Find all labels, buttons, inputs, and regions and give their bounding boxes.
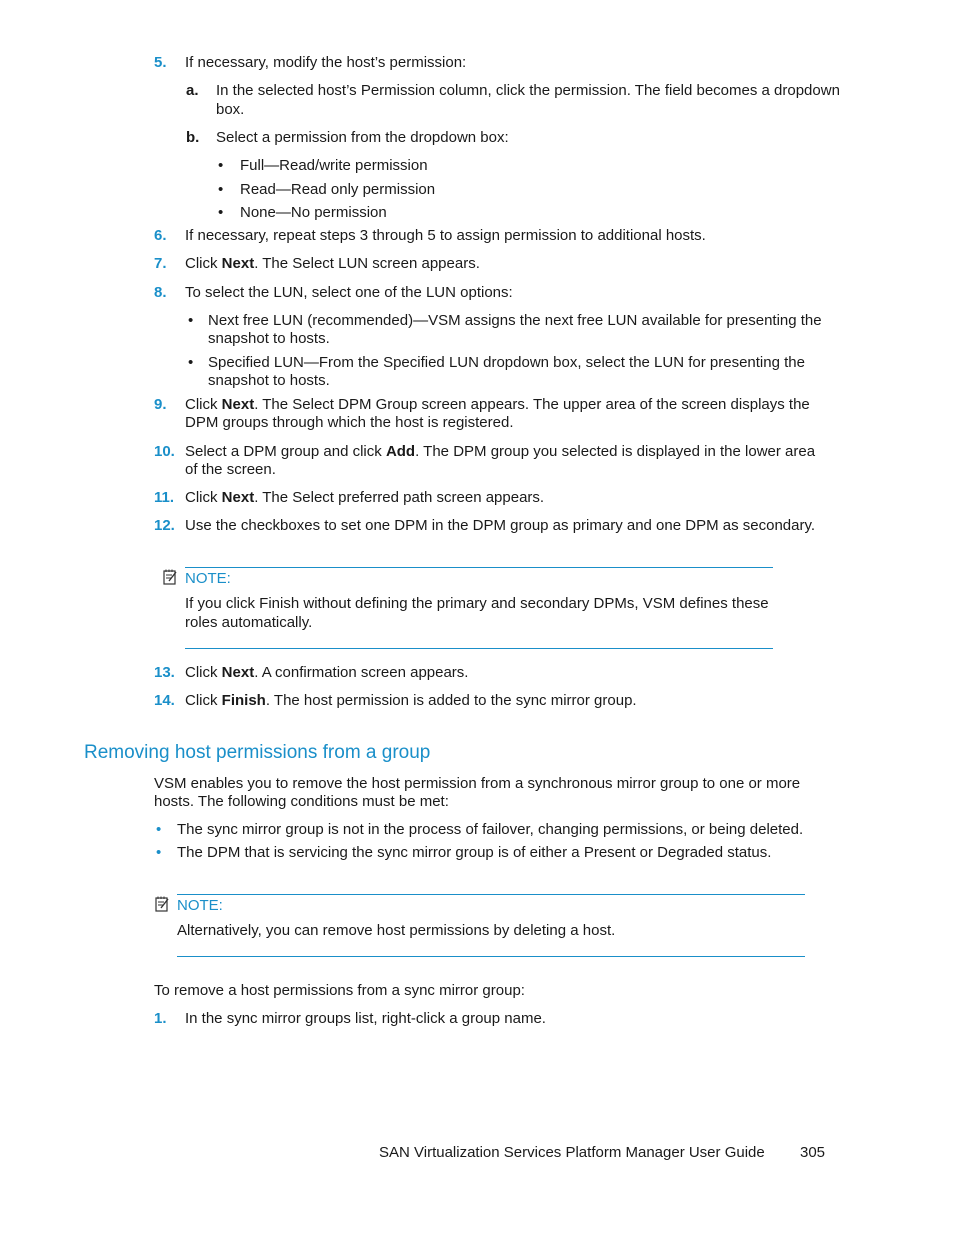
note-label: NOTE: bbox=[185, 570, 231, 587]
step-number: 11. bbox=[154, 489, 175, 506]
paragraph: To remove a host permissions from a sync… bbox=[154, 982, 525, 999]
substep-text: Select a permission from the dropdown bo… bbox=[216, 129, 509, 146]
note-top-rule bbox=[185, 567, 773, 568]
list-item: Next free LUN (recommended)—VSM assigns … bbox=[208, 312, 822, 329]
paragraph: hosts. The following conditions must be … bbox=[154, 793, 449, 810]
note-text: If you click Finish without defining the… bbox=[185, 595, 769, 612]
note-label: NOTE: bbox=[177, 897, 223, 914]
step-text: To select the LUN, select one of the LUN… bbox=[185, 284, 513, 301]
substep-label: a. bbox=[186, 82, 199, 99]
bullet-icon: • bbox=[218, 157, 224, 174]
step-text: If necessary, repeat steps 3 through 5 t… bbox=[185, 227, 706, 244]
step-text: In the sync mirror groups list, right-cl… bbox=[185, 1010, 546, 1027]
substep-text: box. bbox=[216, 101, 245, 118]
bullet-icon: • bbox=[188, 354, 194, 371]
step-number: 8. bbox=[154, 284, 167, 301]
step-text: DPM groups through which the host is reg… bbox=[185, 414, 514, 431]
bullet-icon: • bbox=[188, 312, 194, 329]
bullet-icon: • bbox=[218, 181, 224, 198]
step-text: Click Next. The Select preferred path sc… bbox=[185, 489, 545, 506]
list-item: Specified LUN—From the Specified LUN dro… bbox=[208, 354, 805, 371]
note-icon bbox=[155, 896, 169, 912]
paragraph: VSM enables you to remove the host permi… bbox=[154, 775, 801, 792]
step-text: Click Next. The Select LUN screen appear… bbox=[185, 255, 480, 272]
step-number: 12. bbox=[154, 517, 175, 534]
note-text: roles automatically. bbox=[185, 614, 313, 631]
step-number: 7. bbox=[154, 255, 167, 272]
section-heading: Removing host permissions from a group bbox=[84, 742, 431, 763]
bullet-icon: • bbox=[156, 821, 162, 838]
step-text: of the screen. bbox=[185, 461, 276, 478]
step-text: Click Next. The Select DPM Group screen … bbox=[185, 396, 810, 413]
step-number: 9. bbox=[154, 396, 167, 413]
bullet-icon: • bbox=[156, 844, 162, 861]
step-number: 5. bbox=[154, 54, 167, 71]
note-top-rule bbox=[177, 894, 805, 895]
step-number: 1. bbox=[154, 1010, 167, 1027]
step-text: Click Next. A confirmation screen appear… bbox=[185, 664, 469, 681]
note-text: Alternatively, you can remove host permi… bbox=[177, 922, 616, 939]
note-bottom-rule bbox=[185, 648, 773, 649]
step-text: Click Finish. The host permission is add… bbox=[185, 692, 637, 709]
step-text: If necessary, modify the host’s permissi… bbox=[185, 54, 467, 71]
step-number: 6. bbox=[154, 227, 167, 244]
step-number: 10. bbox=[154, 443, 175, 460]
list-item: The sync mirror group is not in the proc… bbox=[177, 821, 804, 838]
footer-title: SAN Virtualization Services Platform Man… bbox=[379, 1144, 765, 1161]
step-number: 13. bbox=[154, 664, 175, 681]
substep-text: In the selected host’s Permission column… bbox=[216, 82, 840, 99]
list-item: snapshot to hosts. bbox=[208, 330, 330, 347]
step-text: Use the checkboxes to set one DPM in the… bbox=[185, 517, 816, 534]
list-item: None—No permission bbox=[240, 204, 387, 221]
substep-label: b. bbox=[186, 129, 200, 146]
note-icon bbox=[163, 569, 177, 585]
step-number: 14. bbox=[154, 692, 175, 709]
list-item: The DPM that is servicing the sync mirro… bbox=[177, 844, 772, 861]
page-number: 305 bbox=[800, 1144, 826, 1161]
list-item: Read—Read only permission bbox=[240, 181, 436, 198]
step-text: Select a DPM group and click Add. The DP… bbox=[185, 443, 816, 460]
list-item: snapshot to hosts. bbox=[208, 372, 330, 389]
note-bottom-rule bbox=[177, 956, 805, 957]
list-item: Full—Read/write permission bbox=[240, 157, 428, 174]
bullet-icon: • bbox=[218, 204, 224, 221]
